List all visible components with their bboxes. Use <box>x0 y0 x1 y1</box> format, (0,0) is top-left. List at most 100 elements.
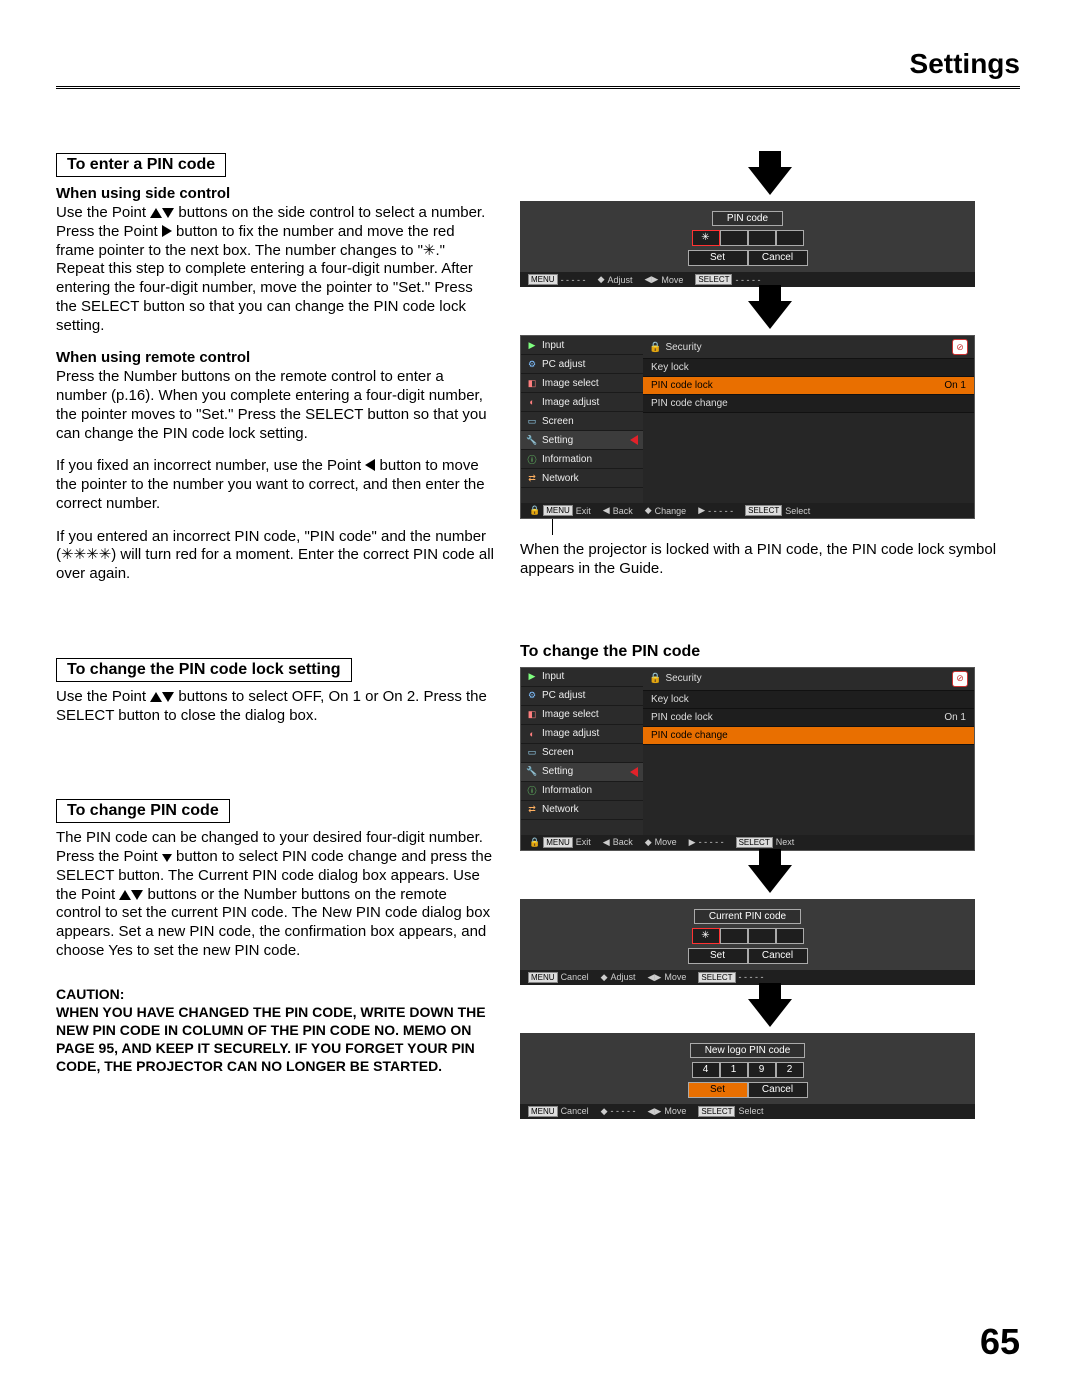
pin-digit-1[interactable]: ✳ <box>692 230 720 246</box>
page-number: 65 <box>980 1321 1020 1363</box>
warn-icon: ⊘ <box>952 671 968 687</box>
pin-digit-2[interactable] <box>720 230 748 246</box>
text: Cancel <box>561 972 589 982</box>
para-change-pin: The PIN code can be changed to your desi… <box>56 829 496 960</box>
pin-fields: ✳ <box>520 230 975 246</box>
text: Select <box>738 1106 763 1116</box>
sidebar-item-screen[interactable]: ▭Screen <box>521 412 643 431</box>
guide-bar: MENU- - - - - ◆Adjust ◀▶Move SELECT- - -… <box>520 272 975 287</box>
sidebar-item-image-select[interactable]: ◧Image select <box>521 374 643 393</box>
text: Use the Point <box>56 688 150 705</box>
pin-digit-1[interactable]: 4 <box>692 1062 720 1078</box>
text: If you fixed an incorrect number, use th… <box>56 457 365 474</box>
para-remote: Press the Number buttons on the remote c… <box>56 368 496 443</box>
guide-bar: 🔒MENUExit ◀Back ◆Move ▶- - - - - SELECTN… <box>521 835 974 850</box>
row-pin-code-change[interactable]: PIN code change <box>643 727 974 745</box>
row-pin-code-change[interactable]: PIN code change <box>643 395 974 413</box>
pin-digit-3[interactable] <box>748 928 776 944</box>
subheading-remote: When using remote control <box>56 349 496 366</box>
pin-digit-3[interactable] <box>748 230 776 246</box>
label: Network <box>542 473 579 484</box>
text: Cancel <box>561 1106 589 1116</box>
arrow-down-icon <box>748 301 792 329</box>
sidebar-item-image-adjust[interactable]: ◐Image adjust <box>521 725 643 744</box>
pointer-icon <box>630 435 638 445</box>
text: Back <box>613 837 633 847</box>
sidebar-item-pc-adjust[interactable]: ⚙PC adjust <box>521 355 643 374</box>
heading-change-pin-right: To change the PIN code <box>520 643 1020 661</box>
heading-enter-pin: To enter a PIN code <box>56 153 226 177</box>
sidebar-item-network[interactable]: ⇄Network <box>521 469 643 488</box>
pin-digit-4[interactable] <box>776 928 804 944</box>
down-icon <box>162 208 174 218</box>
pin-digit-2[interactable]: 1 <box>720 1062 748 1078</box>
sidebar-item-information[interactable]: ⓘInformation <box>521 782 643 801</box>
left-column: To enter a PIN code When using side cont… <box>56 153 496 1119</box>
menu-key: MENU <box>543 837 573 848</box>
label: Input <box>542 671 564 682</box>
label: Information <box>542 454 592 465</box>
sidebar-item-image-adjust[interactable]: ◐Image adjust <box>521 393 643 412</box>
label: Image select <box>542 709 599 720</box>
page: Settings To enter a PIN code When using … <box>0 0 1080 1397</box>
label: Screen <box>542 416 574 427</box>
down-icon <box>162 692 174 702</box>
text: Move <box>664 1106 686 1116</box>
text: - - - - - <box>611 1106 636 1116</box>
label: Setting <box>542 766 573 777</box>
para-correct: If you fixed an incorrect number, use th… <box>56 457 496 513</box>
cancel-button[interactable]: Cancel <box>748 1082 808 1098</box>
sidebar-item-pc-adjust[interactable]: ⚙PC adjust <box>521 687 643 706</box>
set-button[interactable]: Set <box>688 250 748 266</box>
text: Next <box>776 837 795 847</box>
set-button[interactable]: Set <box>688 948 748 964</box>
up-icon <box>150 692 162 702</box>
set-button[interactable]: Set <box>688 1082 748 1098</box>
pin-digit-4[interactable]: 2 <box>776 1062 804 1078</box>
cancel-button[interactable]: Cancel <box>748 948 808 964</box>
label: Image select <box>542 378 599 389</box>
menu-key: MENU <box>543 505 573 516</box>
text: Move <box>664 972 686 982</box>
text: - - - - - <box>735 275 760 285</box>
row-key-lock[interactable]: Key lock <box>643 691 974 709</box>
lock-icon: 🔒 <box>529 837 540 848</box>
label: Security <box>665 673 701 684</box>
label: Key lock <box>651 694 689 705</box>
sidebar-item-setting[interactable]: 🔧Setting <box>521 763 643 782</box>
menu-key: MENU <box>528 1106 558 1117</box>
sidebar-item-screen[interactable]: ▭Screen <box>521 744 643 763</box>
text: Exit <box>576 837 591 847</box>
pin-digit-4[interactable] <box>776 230 804 246</box>
label: Information <box>542 785 592 796</box>
sidebar-item-setting[interactable]: 🔧Setting <box>521 431 643 450</box>
settings-menu-2: ▶Input ⚙PC adjust ◧Image select ◐Image a… <box>520 667 975 851</box>
sidebar-item-input[interactable]: ▶Input <box>521 336 643 355</box>
value: On 1 <box>944 712 966 723</box>
guide-bar: MENUCancel ◆Adjust ◀▶Move SELECT- - - - … <box>520 970 975 985</box>
label: Key lock <box>651 362 689 373</box>
settings-menu: ▶Input ⚙PC adjust ◧Image select ◐Image a… <box>520 335 975 519</box>
row-pin-code-lock[interactable]: PIN code lockOn 1 <box>643 709 974 727</box>
sidebar-item-network[interactable]: ⇄Network <box>521 801 643 820</box>
cancel-button[interactable]: Cancel <box>748 250 808 266</box>
select-key: SELECT <box>736 837 773 848</box>
sidebar-item-information[interactable]: ⓘInformation <box>521 450 643 469</box>
pin-digit-1[interactable]: ✳ <box>692 928 720 944</box>
sidebar-item-input[interactable]: ▶Input <box>521 668 643 687</box>
security-header: 🔒Security⊘ <box>643 336 974 359</box>
label: PIN code change <box>651 730 728 741</box>
row-pin-code-lock[interactable]: PIN code lockOn 1 <box>643 377 974 395</box>
pin-digit-3[interactable]: 9 <box>748 1062 776 1078</box>
pin-code-dialog: PIN code ✳ Set Cancel MENU- - - - - ◆Adj… <box>520 201 975 287</box>
sidebar-item-image-select[interactable]: ◧Image select <box>521 706 643 725</box>
label: PC adjust <box>542 359 585 370</box>
up-icon <box>119 890 131 900</box>
current-pin-dialog: Current PIN code ✳ Set Cancel MENUCancel… <box>520 899 975 985</box>
dialog-title: PIN code <box>712 211 783 226</box>
pin-digit-2[interactable] <box>720 928 748 944</box>
select-key: SELECT <box>695 274 732 285</box>
text: - - - - - <box>561 275 586 285</box>
arrow-down-icon <box>748 865 792 893</box>
row-key-lock[interactable]: Key lock <box>643 359 974 377</box>
